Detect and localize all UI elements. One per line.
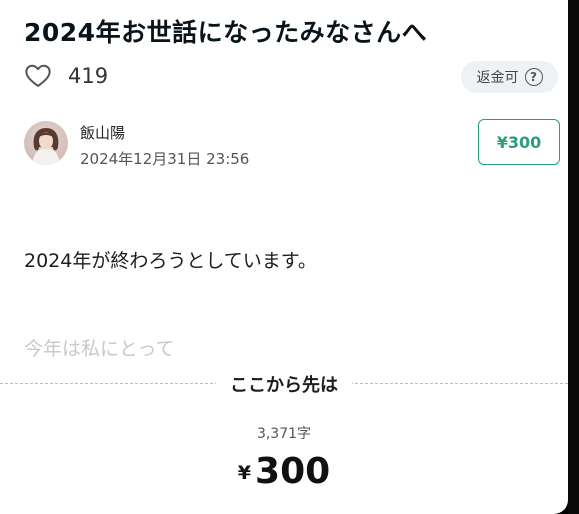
paywall-price: ¥300 xyxy=(0,451,568,492)
refund-label: 返金可 xyxy=(476,70,519,86)
currency-symbol: ¥ xyxy=(237,462,252,484)
author-name[interactable]: 飯山陽 xyxy=(80,122,125,143)
like-row: 419 xyxy=(24,62,108,90)
like-count: 419 xyxy=(68,64,109,88)
paywall-label-row: ここから先は xyxy=(0,371,568,397)
article-card: 2024年お世話になったみなさんへ 419 返金可 ? 飯山陽 2024年12月… xyxy=(0,0,568,514)
character-count: 3,371字 xyxy=(256,426,312,442)
refund-badge[interactable]: 返金可 ? xyxy=(461,61,558,93)
faded-preview-text: 今年は私にとって xyxy=(24,338,175,360)
paywall-label: ここから先は xyxy=(216,375,352,396)
author-avatar[interactable] xyxy=(24,121,68,165)
post-date: 2024年12月31日 23:56 xyxy=(80,150,250,168)
body-text: 2024年が終わろうとしています。 xyxy=(24,250,317,272)
screen-edge xyxy=(568,0,579,514)
question-circle-icon[interactable]: ? xyxy=(524,68,543,86)
heart-icon[interactable] xyxy=(24,62,52,90)
price-button[interactable]: ¥300 xyxy=(478,119,560,165)
price-amount: 300 xyxy=(255,451,331,492)
avatar-portrait-icon xyxy=(32,128,60,165)
article-title: 2024年お世話になったみなさんへ xyxy=(24,18,428,47)
